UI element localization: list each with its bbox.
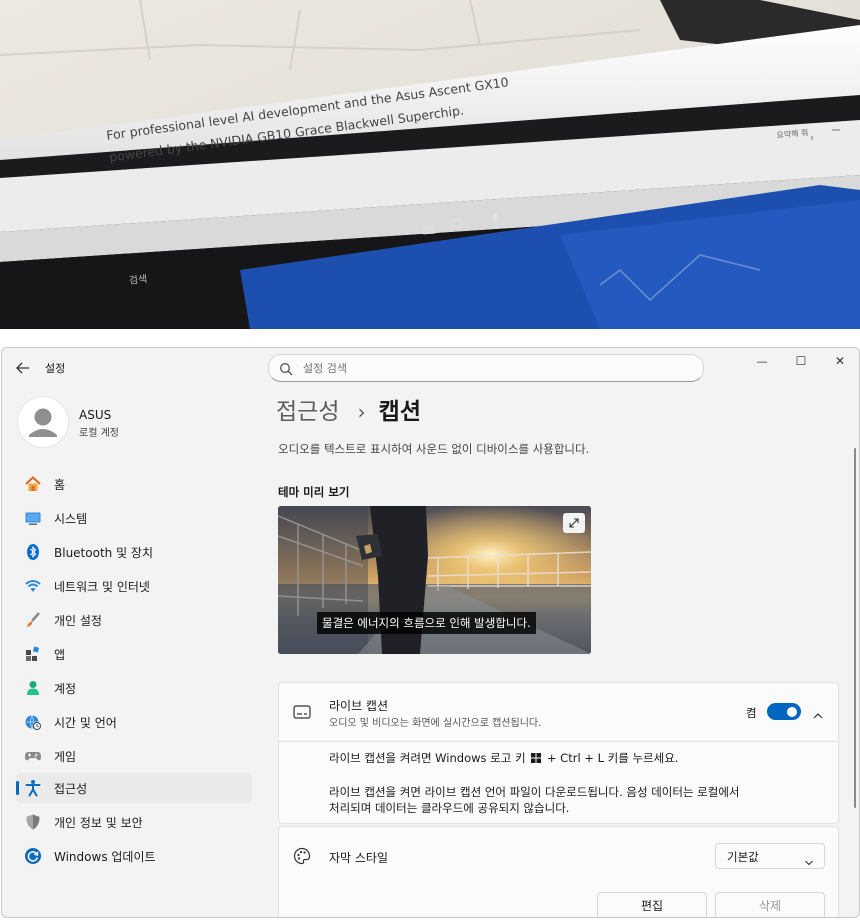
globe-clock-icon [24,713,42,731]
wifi-icon [24,577,42,595]
search-icon [279,361,293,376]
shield-icon [24,813,42,831]
windows-logo-icon [531,752,542,763]
settings-window: 설정 — ☐ ✕ ASUS 로컬 계정 홈 시스템 Bluetooth 및 장치 [1,347,860,918]
scrollbar[interactable] [854,448,856,808]
sidebar-item-home[interactable]: 홈 [16,469,252,499]
sidebar-item-apps[interactable]: 앱 [16,639,252,669]
sidebar-item-personalization[interactable]: 개인 설정 [16,605,252,635]
apps-icon [24,645,42,663]
active-indicator [16,781,19,795]
preview-caption-text: 물결은 에너지의 흐름으로 인해 발생합니다. [317,612,536,634]
breadcrumb-separator: › [357,400,366,424]
sidebar-item-label: Bluetooth 및 장치 [54,546,154,560]
bluetooth-icon [24,543,42,561]
preview-label: 테마 미리 보기 [278,485,350,499]
photo-search-label: 검색 [128,274,148,287]
breadcrumb: 접근성 › 캡션 [276,392,421,428]
back-arrow-icon[interactable] [16,360,30,374]
home-icon [24,475,42,493]
live-caption-card: 라이브 캡션 오디오 및 비디오는 화면에 실시간으로 캡션됩니다. 켬 라이브… [278,682,839,824]
breadcrumb-parent[interactable]: 접근성 [276,399,339,425]
sidebar-item-label: 앱 [54,648,66,662]
sidebar-item-label: 시스템 [54,512,88,526]
monitor-photo: For professional level AI development an… [0,0,860,329]
caption-style-title: 자막 스타일 [329,851,389,865]
palette-icon [293,847,311,865]
user-name: ASUS [79,408,112,422]
sidebar-item-network[interactable]: 네트워크 및 인터넷 [16,571,252,601]
sidebar-item-label: 게임 [54,750,77,764]
maximize-button[interactable]: ☐ [789,351,813,371]
delete-button[interactable]: 삭제 [715,892,825,917]
sidebar-item-label: 시간 및 언어 [54,716,117,730]
sidebar-item-label: Windows 업데이트 [54,850,156,864]
sidebar-item-bluetooth[interactable]: Bluetooth 및 장치 [16,537,252,567]
shortcut-info-prefix: 라이브 캡션을 켜려면 Windows 로고 키 [329,751,526,765]
accessibility-icon [24,779,42,797]
expand-preview-button[interactable] [563,513,585,533]
sidebar-item-gaming[interactable]: 게임 [16,741,252,771]
chevron-down-icon [804,852,814,866]
page-description: 오디오를 텍스트로 표시하여 사운드 없이 디바이스를 사용합니다. [278,442,590,456]
live-caption-header[interactable]: 라이브 캡션 오디오 및 비디오는 화면에 실시간으로 캡션됩니다. 켬 [279,683,838,742]
dropdown-selected-value: 기본값 [727,850,759,864]
brush-icon [24,611,42,629]
privacy-info-line1: 라이브 캡션을 켜면 라이브 캡션 언어 파일이 다운로드됩니다. 음성 데이터… [329,785,740,799]
window-title: 설정 [45,362,66,375]
user-account-type: 로컬 계정 [79,428,119,439]
gamepad-icon [24,747,42,765]
shortcut-info-suffix: + Ctrl + L 키를 누르세요. [546,751,679,765]
sidebar-item-time-language[interactable]: 시간 및 언어 [16,707,252,737]
caption-preview-image: 물결은 에너지의 흐름으로 인해 발생합니다. [278,506,591,654]
minimize-button[interactable]: — [750,352,774,372]
sidebar-item-label: 접근성 [54,782,88,796]
search-input[interactable] [301,358,685,378]
live-caption-shortcut-info: 라이브 캡션을 켜려면 Windows 로고 키 + Ctrl + L 키를 누… [329,750,678,766]
sidebar-item-privacy-security[interactable]: 개인 정보 및 보안 [16,807,252,837]
page-title: 캡션 [378,399,421,425]
sidebar-item-label: 네트워크 및 인터넷 [54,580,150,594]
caption-style-dropdown[interactable]: 기본값 [715,843,825,869]
edit-button[interactable]: 편집 [597,892,707,917]
live-caption-title: 라이브 캡션 [329,699,389,713]
person-icon [24,679,42,697]
close-button[interactable]: ✕ [828,351,852,371]
live-caption-privacy-info: 라이브 캡션을 켜면 라이브 캡션 언어 파일이 다운로드됩니다. 음성 데이터… [329,784,740,816]
monitor-icon [24,509,42,527]
search-box[interactable] [268,354,704,382]
sidebar-item-label: 계정 [54,682,77,696]
toggle-state-label: 켬 [746,706,757,720]
caption-icon [293,704,311,719]
live-caption-subtitle: 오디오 및 비디오는 화면에 실시간으로 캡션됩니다. [329,718,542,729]
sidebar-item-accessibility[interactable]: 접근성 [16,773,252,803]
live-caption-toggle[interactable] [767,703,801,720]
sidebar-item-label: 개인 정보 및 보안 [54,816,143,830]
sidebar-item-label: 홈 [54,478,66,492]
caption-style-card: 자막 스타일 기본값 편집 삭제 [278,826,839,917]
chevron-up-icon[interactable] [812,706,824,719]
toggle-knob [787,706,797,717]
privacy-info-line2: 처리되며 데이터는 클라우드에 공유되지 않습니다. [329,801,570,815]
sidebar-item-label: 개인 설정 [54,614,102,628]
sidebar-item-windows-update[interactable]: Windows 업데이트 [16,841,252,871]
avatar[interactable] [17,396,69,448]
expand-icon [569,518,579,528]
sidebar-item-system[interactable]: 시스템 [16,503,252,533]
update-icon [24,847,42,865]
sidebar-item-accounts[interactable]: 계정 [16,673,252,703]
